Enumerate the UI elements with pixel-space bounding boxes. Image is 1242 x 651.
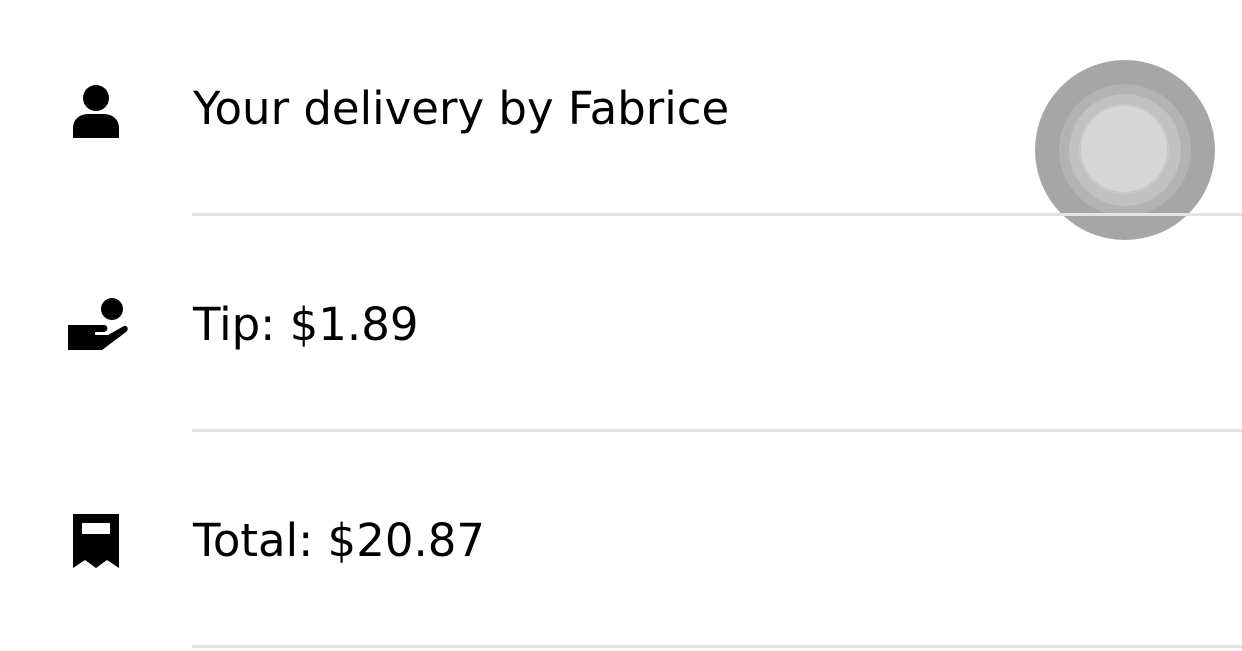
person-icon (62, 76, 130, 144)
total-row[interactable]: Total: $20.87 (0, 432, 1242, 648)
divider (192, 645, 1242, 648)
tip-hand-icon (62, 292, 130, 360)
tip-row[interactable]: Tip: $1.89 (0, 216, 1242, 432)
receipt-icon (62, 508, 130, 576)
delivery-person-row[interactable]: Your delivery by Fabrice (0, 0, 1242, 240)
tip-label: Tip: $1.89 (193, 298, 419, 351)
delivery-person-label: Your delivery by Fabrice (193, 82, 730, 135)
total-label: Total: $20.87 (193, 514, 486, 567)
